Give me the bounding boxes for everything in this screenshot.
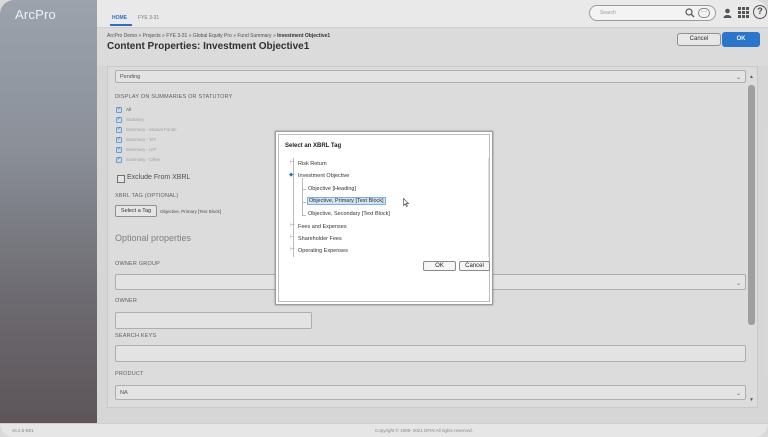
collapsed-node-icon[interactable]: ⊢: [290, 160, 295, 166]
tree-item-shareholder-fees[interactable]: Shareholder Fees: [298, 236, 342, 242]
xbrl-tag-dialog: Select an XBRL Tag ⊢ Risk Return ◆ Inves…: [275, 131, 493, 305]
tree-scrollbar[interactable]: ▲ ▼: [488, 158, 489, 257]
tree-item-operating-expenses[interactable]: Operating Expenses: [298, 248, 348, 254]
tab-home[interactable]: HOME: [112, 15, 127, 21]
tab-fye[interactable]: FYE 3-31: [138, 15, 159, 21]
tree-item-objective-secondary[interactable]: Objective, Secondary [Text Block]: [308, 211, 390, 217]
tree-connector: [302, 202, 306, 203]
dialog-title: Select an XBRL Tag: [285, 143, 342, 149]
search-icon[interactable]: [685, 8, 695, 18]
mouse-cursor-icon: [403, 198, 409, 207]
help-icon[interactable]: ?: [753, 5, 767, 19]
dialog-cancel-button[interactable]: Cancel: [459, 261, 490, 271]
tree-item-objective-heading[interactable]: Objective [Heading]: [308, 186, 356, 192]
tree-connector: [302, 215, 306, 216]
user-icon[interactable]: [723, 8, 732, 18]
collapsed-node-icon[interactable]: ⊢: [290, 223, 295, 229]
tree-item-fees-and-expenses[interactable]: Fees and Expenses: [298, 224, 347, 230]
top-nav: HOME FYE 3-31 Search ··· ?: [97, 0, 768, 28]
tree-connector: [302, 178, 303, 216]
tree-item-objective-primary[interactable]: Objective, Primary [Text Block]: [307, 197, 386, 205]
copyright-text: Copyright © 1998- 2021 DFIN All rights r…: [375, 428, 473, 433]
app-window: ArcPro HOME FYE 3-31 Search ··· ? ArcPro: [0, 0, 768, 437]
active-tab-indicator: [110, 24, 132, 26]
dialog-body: Select an XBRL Tag ⊢ Risk Return ◆ Inves…: [278, 134, 490, 302]
search-options-button[interactable]: ···: [698, 8, 710, 18]
collapsed-node-icon[interactable]: ⊢: [290, 235, 295, 241]
collapsed-node-icon[interactable]: ⊢: [290, 247, 295, 253]
search-box[interactable]: Search ···: [589, 5, 716, 21]
tree-item-investment-objective[interactable]: Investment Objective: [298, 173, 349, 179]
tree-item-risk-return[interactable]: Risk Return: [298, 161, 327, 167]
xbrl-tree: ⊢ Risk Return ◆ Investment Objective Obj…: [288, 158, 489, 257]
version-label: v6.2.8-B01: [12, 428, 34, 433]
dialog-ok-button[interactable]: OK: [423, 261, 456, 271]
apps-grid-icon[interactable]: [738, 7, 749, 18]
tree-connector: [302, 189, 306, 190]
footer: v6.2.8-B01 Copyright © 1998- 2021 DFIN A…: [0, 423, 768, 437]
sidebar: ArcPro: [0, 0, 97, 423]
search-input[interactable]: Search: [600, 10, 616, 16]
brand-logo[interactable]: ArcPro: [15, 7, 56, 22]
expanded-node-icon[interactable]: ◆: [289, 172, 293, 178]
